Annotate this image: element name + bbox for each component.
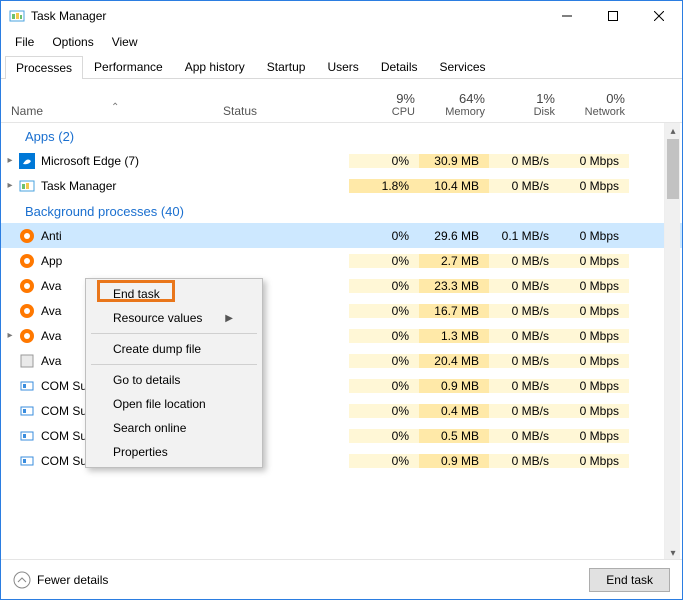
net-pct: 0% xyxy=(565,91,625,106)
menubar: File Options View xyxy=(1,31,682,55)
ctx-end-task[interactable]: End task xyxy=(89,282,259,306)
avast-icon xyxy=(19,303,35,319)
vertical-scrollbar[interactable]: ▴ ▾ xyxy=(664,123,680,561)
cell-disk: 0.1 MB/s xyxy=(489,229,559,243)
group-background-label: Background processes (40) xyxy=(13,204,229,219)
cell-cpu: 0% xyxy=(349,229,419,243)
col-memory[interactable]: 64% Memory xyxy=(425,91,495,118)
minimize-button[interactable] xyxy=(544,1,590,31)
process-name: Microsoft Edge (7) xyxy=(41,154,139,168)
col-status-label: Status xyxy=(223,104,257,118)
mem-label: Memory xyxy=(425,106,485,118)
tab-processes[interactable]: Processes xyxy=(5,56,83,79)
avast-icon xyxy=(19,328,35,344)
menu-options[interactable]: Options xyxy=(44,33,101,51)
tab-performance[interactable]: Performance xyxy=(83,55,174,78)
app-icon xyxy=(9,8,25,24)
tab-details[interactable]: Details xyxy=(370,55,429,78)
cell-cpu: 1.8% xyxy=(349,179,419,193)
cell-net: 0 Mbps xyxy=(559,154,629,168)
process-name: Ava xyxy=(41,279,61,293)
tabstrip: Processes Performance App history Startu… xyxy=(1,55,682,79)
cell-mem: 30.9 MB xyxy=(419,154,489,168)
scroll-thumb[interactable] xyxy=(667,139,679,199)
cell-disk: 0 MB/s xyxy=(489,154,559,168)
col-status[interactable]: Status xyxy=(223,104,355,118)
expand-icon[interactable]: ▸ xyxy=(1,330,19,341)
titlebar: Task Manager xyxy=(1,1,682,31)
tab-startup[interactable]: Startup xyxy=(256,55,317,78)
maximize-button[interactable] xyxy=(590,1,636,31)
cpu-pct: 9% xyxy=(355,91,415,106)
submenu-arrow-icon: ▶ xyxy=(225,313,233,324)
com-icon xyxy=(19,428,35,444)
end-task-button[interactable]: End task xyxy=(589,568,670,592)
fewer-details-label: Fewer details xyxy=(37,573,108,587)
cell-mem: 29.6 MB xyxy=(419,229,489,243)
avast-icon xyxy=(19,228,35,244)
process-row-app[interactable]: App 0% 2.7 MB 0 MB/s 0 Mbps xyxy=(1,248,682,273)
com-icon xyxy=(19,453,35,469)
avast-icon xyxy=(19,253,35,269)
ctx-search-online[interactable]: Search online xyxy=(89,416,259,440)
cell-cpu: 0% xyxy=(349,154,419,168)
cell-net: 0 Mbps xyxy=(559,179,629,193)
col-network[interactable]: 0% Network xyxy=(565,91,635,118)
scroll-up-icon[interactable]: ▴ xyxy=(665,123,681,139)
group-apps-label: Apps (2) xyxy=(13,129,229,144)
window-title: Task Manager xyxy=(31,9,544,23)
menu-file[interactable]: File xyxy=(7,33,42,51)
process-name: Task Manager xyxy=(41,179,116,193)
ctx-open-location[interactable]: Open file location xyxy=(89,392,259,416)
col-cpu[interactable]: 9% CPU xyxy=(355,91,425,118)
menu-view[interactable]: View xyxy=(104,33,146,51)
com-icon xyxy=(19,403,35,419)
ctx-separator xyxy=(91,364,257,365)
cell-disk: 0 MB/s xyxy=(489,179,559,193)
tab-users[interactable]: Users xyxy=(316,55,369,78)
tab-services[interactable]: Services xyxy=(429,55,497,78)
net-label: Network xyxy=(565,106,625,118)
context-menu: End task Resource values▶ Create dump fi… xyxy=(85,278,263,468)
fewer-details-button[interactable]: Fewer details xyxy=(13,571,108,589)
com-icon xyxy=(19,378,35,394)
taskmanager-icon xyxy=(19,178,35,194)
ctx-go-details[interactable]: Go to details xyxy=(89,368,259,392)
col-disk[interactable]: 1% Disk xyxy=(495,91,565,118)
disk-pct: 1% xyxy=(495,91,555,106)
cell-mem: 10.4 MB xyxy=(419,179,489,193)
group-background[interactable]: Background processes (40) xyxy=(1,198,682,223)
ctx-create-dump[interactable]: Create dump file xyxy=(89,337,259,361)
sort-indicator-icon: ⌃ xyxy=(111,102,119,113)
cpu-label: CPU xyxy=(355,106,415,118)
process-name: Ava xyxy=(41,354,61,368)
process-name: App xyxy=(41,254,62,268)
window-controls xyxy=(544,1,682,31)
process-row-edge[interactable]: ▸ Microsoft Edge (7) 0% 30.9 MB 0 MB/s 0… xyxy=(1,148,682,173)
expand-icon[interactable]: ▸ xyxy=(1,155,19,166)
col-name[interactable]: ⌃ Name xyxy=(1,104,223,118)
col-name-label: Name xyxy=(11,104,43,118)
mem-pct: 64% xyxy=(425,91,485,106)
process-name: Ava xyxy=(41,329,61,343)
footer: Fewer details End task xyxy=(1,559,682,599)
cell-net: 0 Mbps xyxy=(559,229,629,243)
ctx-properties[interactable]: Properties xyxy=(89,440,259,464)
process-name: Anti xyxy=(41,229,62,243)
tab-apphistory[interactable]: App history xyxy=(174,55,256,78)
avast-icon xyxy=(19,278,35,294)
column-headers: ⌃ Name Status 9% CPU 64% Memory 1% Disk … xyxy=(1,79,682,123)
disk-label: Disk xyxy=(495,106,555,118)
group-apps[interactable]: Apps (2) xyxy=(1,123,682,148)
close-button[interactable] xyxy=(636,1,682,31)
edge-icon xyxy=(19,153,35,169)
process-name: Ava xyxy=(41,304,61,318)
ctx-resource-values[interactable]: Resource values▶ xyxy=(89,306,259,330)
generic-app-icon xyxy=(19,353,35,369)
process-row-taskmanager[interactable]: ▸ Task Manager 1.8% 10.4 MB 0 MB/s 0 Mbp… xyxy=(1,173,682,198)
ctx-separator xyxy=(91,333,257,334)
chevron-up-circle-icon xyxy=(13,571,31,589)
process-row-anti[interactable]: Anti 0% 29.6 MB 0.1 MB/s 0 Mbps xyxy=(1,223,682,248)
expand-icon[interactable]: ▸ xyxy=(1,180,19,191)
